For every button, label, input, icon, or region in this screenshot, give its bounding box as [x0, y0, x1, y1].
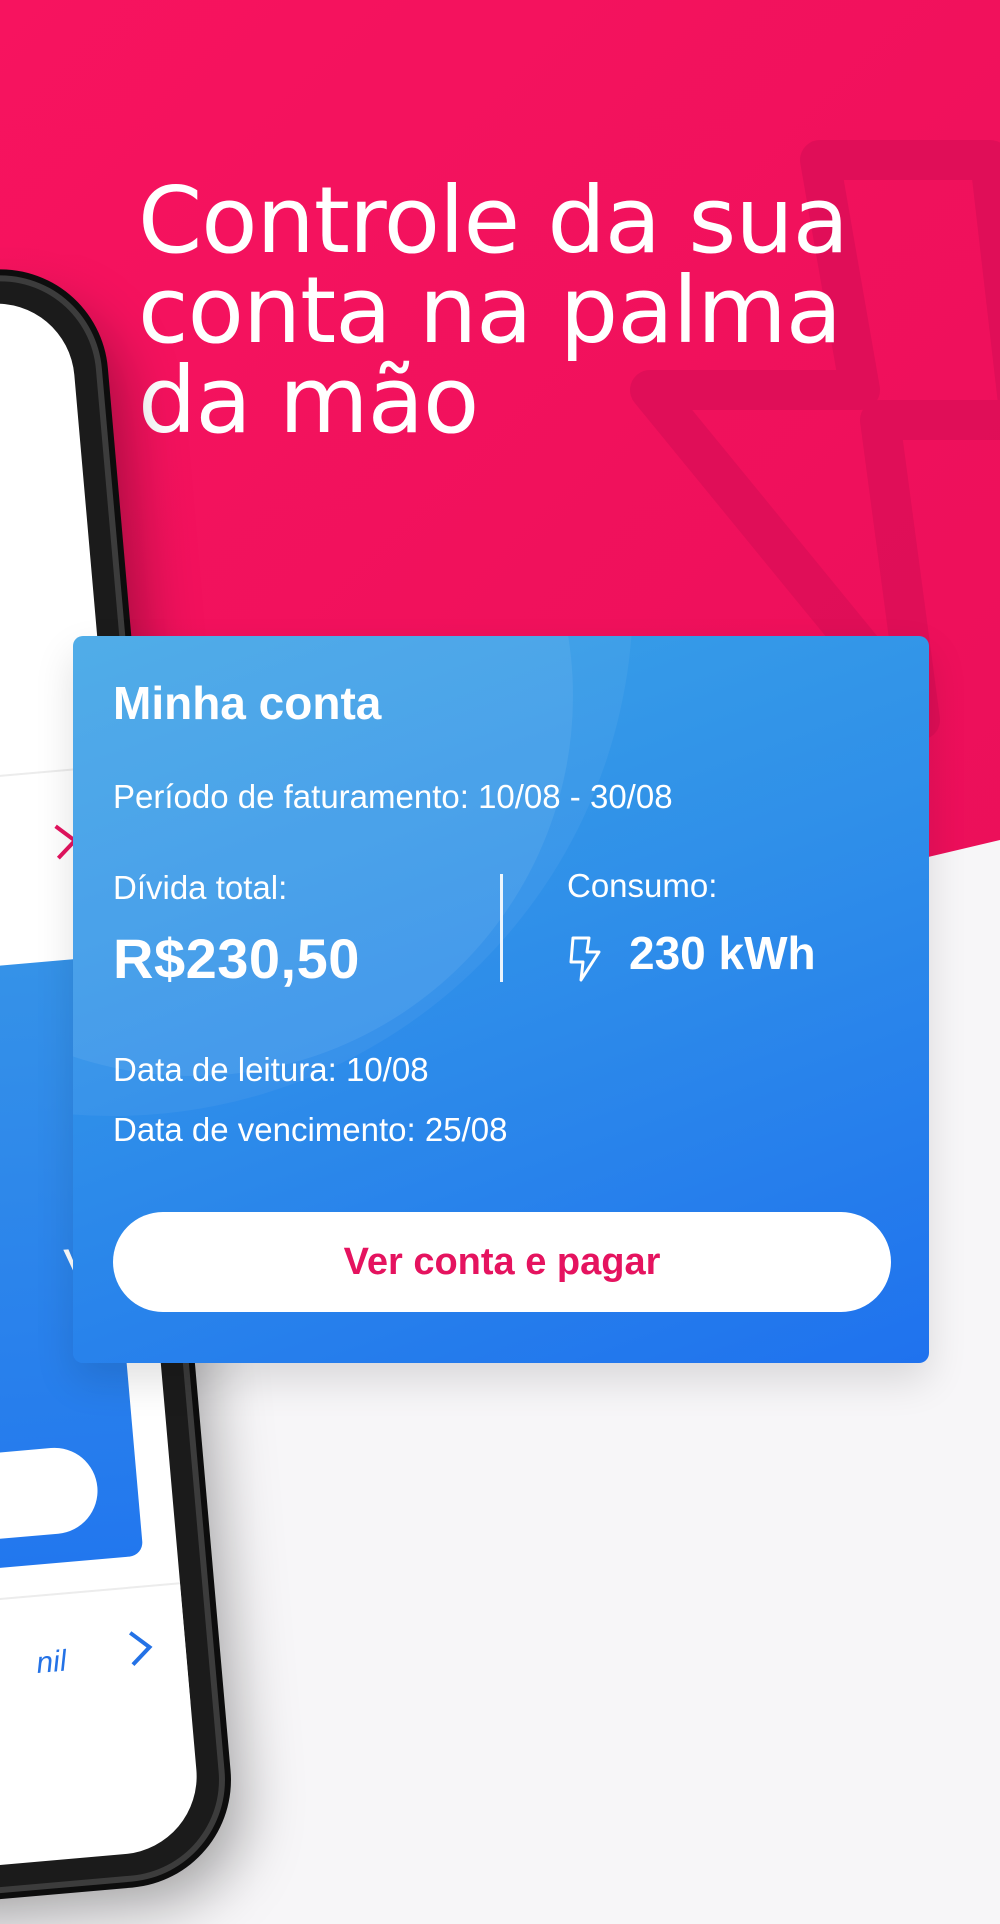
- headline-line-3: da mão: [138, 347, 479, 454]
- reading-date: Data de leitura: 10/08: [113, 1051, 429, 1088]
- card-title: Minha conta: [113, 677, 382, 729]
- lightning-bolt-icon: [569, 936, 601, 982]
- debt-value: R$230,50: [113, 927, 360, 990]
- billing-period: Período de faturamento: 10/08 - 30/08: [113, 778, 673, 815]
- account-card: Minha conta Período de faturamento: 10/0…: [73, 636, 929, 1363]
- phone-bottom-partial-text: nil: [35, 1644, 68, 1681]
- due-date: Data de vencimento: 25/08: [113, 1111, 508, 1148]
- hero-headline: Controle da sua conta na palma da mão: [138, 175, 958, 447]
- phone-card-button: [0, 1444, 102, 1579]
- consumption-label: Consumo:: [567, 867, 718, 904]
- chevron-right-icon: [128, 1631, 153, 1667]
- debt-label: Dívida total:: [113, 869, 288, 906]
- view-and-pay-button[interactable]: Ver conta e pagar: [113, 1212, 891, 1312]
- consumption-value: 230 kWh: [629, 927, 816, 979]
- phone-bottom-row: nil: [0, 1582, 191, 1757]
- divider: [500, 874, 503, 982]
